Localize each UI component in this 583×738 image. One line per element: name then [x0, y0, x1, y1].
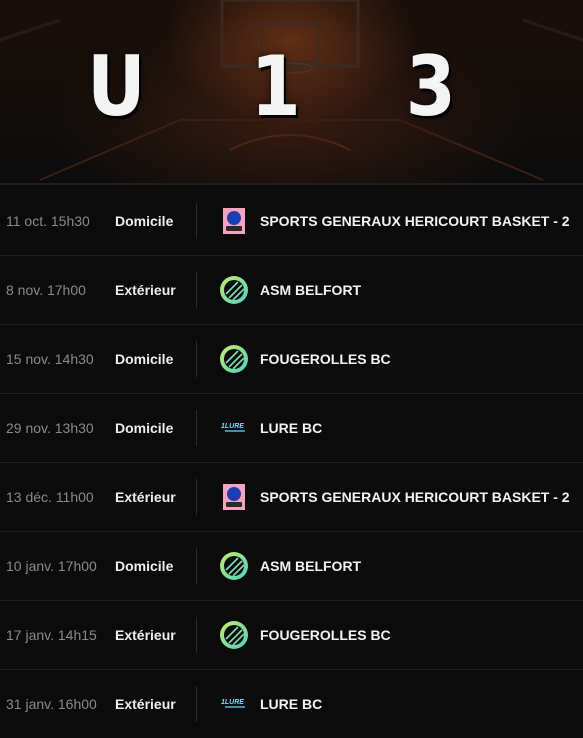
- opponent-name: SPORTS GENERAUX HERICOURT BASKET - 2: [260, 213, 570, 229]
- hero-banner: U 1 3: [0, 0, 583, 185]
- divider: [196, 617, 197, 653]
- opponent-name: ASM BELFORT: [260, 558, 362, 574]
- divider: [196, 686, 197, 722]
- match-venue: Extérieur: [115, 627, 176, 643]
- match-venue: Extérieur: [115, 282, 176, 298]
- match-venue: Domicile: [115, 558, 174, 574]
- match-row[interactable]: 29 nov. 13h30 Domicile 1LURE LURE BC: [0, 394, 583, 463]
- hericourt-logo-icon: [218, 481, 250, 513]
- opponent-name: LURE BC: [260, 696, 323, 712]
- opponent-name: FOUGEROLLES BC: [260, 351, 391, 367]
- page-title: U 1 3: [87, 37, 496, 135]
- basketball-logo-icon: [218, 619, 250, 651]
- match-date: 17 janv. 14h15: [6, 627, 97, 643]
- match-list: 11 oct. 15h30 Domicile SPORTS GENERAUX H…: [0, 187, 583, 738]
- opponent-name: FOUGEROLLES BC: [260, 627, 391, 643]
- match-venue: Domicile: [115, 213, 174, 229]
- opponent-name: LURE BC: [260, 420, 323, 436]
- match-row[interactable]: 10 janv. 17h00 Domicile ASM BELFORT: [0, 532, 583, 601]
- opponent-name: ASM BELFORT: [260, 282, 362, 298]
- match-date: 15 nov. 14h30: [6, 351, 94, 367]
- divider: [196, 410, 197, 446]
- match-row[interactable]: 31 janv. 16h00 Extérieur 1LURE LURE BC: [0, 670, 583, 738]
- match-date: 10 janv. 17h00: [6, 558, 97, 574]
- match-venue: Domicile: [115, 351, 174, 367]
- match-row[interactable]: 8 nov. 17h00 Extérieur ASM BELFORT: [0, 256, 583, 325]
- match-venue: Domicile: [115, 420, 174, 436]
- match-row[interactable]: 11 oct. 15h30 Domicile SPORTS GENERAUX H…: [0, 187, 583, 256]
- opponent-name: SPORTS GENERAUX HERICOURT BASKET - 2: [260, 489, 570, 505]
- divider: [196, 203, 197, 239]
- divider: [196, 272, 197, 308]
- hericourt-logo-icon: [218, 205, 250, 237]
- match-date: 29 nov. 13h30: [6, 420, 94, 436]
- match-venue: Extérieur: [115, 489, 176, 505]
- match-date: 13 déc. 11h00: [6, 489, 94, 505]
- lure-logo-icon: 1LURE: [221, 699, 245, 708]
- match-date: 11 oct. 15h30: [6, 213, 90, 229]
- match-date: 8 nov. 17h00: [6, 282, 86, 298]
- match-venue: Extérieur: [115, 696, 176, 712]
- match-date: 31 janv. 16h00: [6, 696, 97, 712]
- divider: [196, 548, 197, 584]
- lure-logo-icon: 1LURE: [221, 423, 245, 432]
- basketball-logo-icon: [218, 343, 250, 375]
- basketball-logo-icon: [218, 550, 250, 582]
- basketball-logo-icon: [218, 274, 250, 306]
- match-row[interactable]: 15 nov. 14h30 Domicile FOUGEROLLES BC: [0, 325, 583, 394]
- match-row[interactable]: 17 janv. 14h15 Extérieur FOUGEROLLES BC: [0, 601, 583, 670]
- divider: [196, 341, 197, 377]
- match-row[interactable]: 13 déc. 11h00 Extérieur SPORTS GENERAUX …: [0, 463, 583, 532]
- divider: [196, 479, 197, 515]
